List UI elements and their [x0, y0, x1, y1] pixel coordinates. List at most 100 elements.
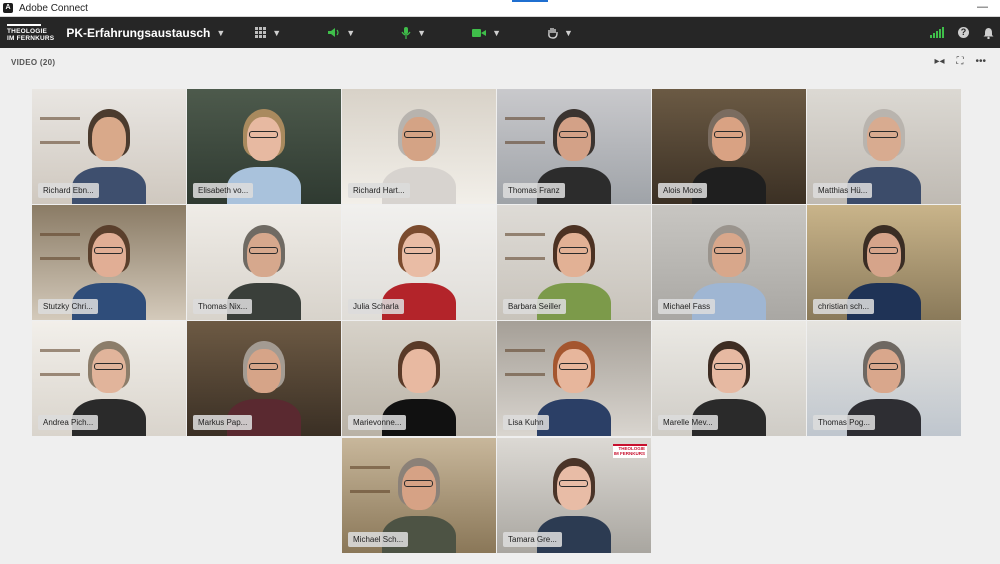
participant-name-label: Thomas Nix...	[193, 299, 253, 314]
participant-name-label: Thomas Pog...	[813, 415, 876, 430]
minimize-button[interactable]: —	[977, 1, 988, 13]
participant-name-label: Michael Fass	[658, 299, 716, 314]
participant-video-tile[interactable]: Richard Hart...	[342, 89, 496, 204]
bookshelf	[40, 373, 80, 376]
glasses	[404, 131, 433, 138]
chevron-down-icon: ▼	[346, 27, 356, 38]
participant-video-tile[interactable]: Michael Sch...	[342, 438, 496, 553]
participant-face	[402, 233, 436, 277]
meeting-menu-chevron-down-icon[interactable]: ▼	[216, 28, 225, 38]
bookshelf	[40, 257, 80, 260]
glasses	[94, 247, 123, 254]
bookshelf	[40, 349, 80, 352]
participant-video-tile[interactable]: Marelle Mev...	[652, 321, 806, 436]
chevron-down-icon: ▼	[492, 27, 501, 38]
bookshelf	[350, 490, 390, 493]
glasses	[559, 131, 588, 138]
brand-logo: THEOLOGIE IM FERNKURS	[7, 23, 55, 42]
video-grid-last-row: Michael Sch... THEOLOGIE IM FERNKURS Tamara…	[342, 438, 651, 553]
participant-video-tile[interactable]: THEOLOGIE IM FERNKURS Tamara Gre...	[497, 438, 651, 553]
mirror-video-icon[interactable]: ▸◂	[934, 56, 944, 67]
participant-name-label: Michael Sch...	[348, 532, 409, 547]
participant-video-tile[interactable]: Stutzky Chri...	[32, 205, 186, 320]
bookshelf	[505, 257, 545, 260]
raise-hand-icon	[548, 27, 558, 39]
participant-video-tile[interactable]: Thomas Pog...	[807, 321, 961, 436]
participant-video-tile[interactable]: Markus Pap...	[187, 321, 341, 436]
participant-video-tile[interactable]: Alois Moos	[652, 89, 806, 204]
adobe-connect-logo-icon: A	[3, 3, 13, 13]
participant-name-label: Julia Scharla	[348, 299, 404, 314]
participant-name-label: Richard Hart...	[348, 183, 410, 198]
bookshelf	[505, 373, 545, 376]
participant-video-tile[interactable]: Lisa Kuhn	[497, 321, 651, 436]
participant-face	[92, 117, 126, 161]
speaker-button[interactable]: ▼	[327, 27, 355, 38]
participant-name-label: Stutzky Chri...	[38, 299, 98, 314]
bookshelf	[350, 466, 390, 469]
participant-face	[867, 117, 901, 161]
window-titlebar: A Adobe Connect —	[0, 0, 1000, 17]
participant-face	[712, 233, 746, 277]
glasses	[559, 363, 588, 370]
participant-video-tile[interactable]: Barbara Seiller	[497, 205, 651, 320]
participant-face	[557, 233, 591, 277]
participant-face	[557, 466, 591, 510]
bookshelf	[40, 141, 80, 144]
microphone-button[interactable]: ▼	[401, 26, 427, 39]
help-icon[interactable]: ?	[958, 27, 969, 38]
participant-name-label: christian sch...	[813, 299, 875, 314]
raise-hand-button[interactable]: ▼	[547, 27, 573, 39]
participant-name-label: Elisabeth vo...	[193, 183, 254, 198]
meeting-name[interactable]: PK-Erfahrungsaustausch	[66, 26, 210, 40]
chevron-down-icon: ▼	[272, 27, 282, 38]
fullscreen-icon[interactable]: ⛶	[956, 56, 963, 67]
chevron-down-icon: ▼	[563, 27, 573, 38]
glasses	[249, 363, 278, 370]
chevron-down-icon: ▼	[417, 27, 427, 38]
apps-grid-icon	[255, 27, 267, 38]
participant-face	[712, 117, 746, 161]
participant-name-label: Alois Moos	[658, 183, 708, 198]
participant-name-label: Lisa Kuhn	[503, 415, 549, 430]
video-pod-tools: ▸◂ ⛶ •••	[934, 56, 986, 67]
participant-video-tile[interactable]: Elisabeth vo...	[187, 89, 341, 204]
glasses	[714, 131, 743, 138]
bookshelf	[40, 117, 80, 120]
brand-line2: IM FERNKURS	[7, 34, 55, 42]
participant-video-tile[interactable]: Michael Fass	[652, 205, 806, 320]
participant-face	[92, 349, 126, 393]
bookshelf	[505, 141, 545, 144]
glasses	[869, 363, 898, 370]
participant-video-tile[interactable]: Thomas Nix...	[187, 205, 341, 320]
glasses	[94, 363, 123, 370]
participant-video-tile[interactable]: Julia Scharla	[342, 205, 496, 320]
participant-video-tile[interactable]: christian sch...	[807, 205, 961, 320]
camera-button[interactable]: ▼	[472, 28, 501, 38]
participant-face	[712, 349, 746, 393]
participant-video-tile[interactable]: Thomas Franz	[497, 89, 651, 204]
participant-video-tile[interactable]: Matthias Hü...	[807, 89, 961, 204]
participant-name-label: Tamara Gre...	[503, 532, 562, 547]
participant-video-tile[interactable]: Andrea Pich...	[32, 321, 186, 436]
apps-button[interactable]: ▼	[255, 27, 281, 38]
bookshelf	[505, 117, 545, 120]
participant-name-label: Barbara Seiller	[503, 299, 566, 314]
glasses	[559, 247, 588, 254]
brand-line1: THEOLOGIE	[7, 27, 48, 35]
participant-face	[402, 117, 436, 161]
glasses	[714, 363, 743, 370]
participant-face	[402, 349, 436, 393]
participant-face	[557, 349, 591, 393]
signal-icon[interactable]	[930, 27, 944, 38]
participant-name-label: Matthias Hü...	[813, 183, 873, 198]
participant-video-tile[interactable]: Marievonne...	[342, 321, 496, 436]
video-pod-header: VIDEO (20)	[11, 58, 56, 67]
participant-name-label: Richard Ebn...	[38, 183, 99, 198]
bookshelf	[505, 233, 545, 236]
participant-face	[867, 349, 901, 393]
participant-video-tile[interactable]: Richard Ebn...	[32, 89, 186, 204]
microphone-icon	[401, 26, 411, 39]
notification-bell-icon[interactable]	[983, 27, 994, 39]
more-options-icon[interactable]: •••	[975, 56, 986, 67]
